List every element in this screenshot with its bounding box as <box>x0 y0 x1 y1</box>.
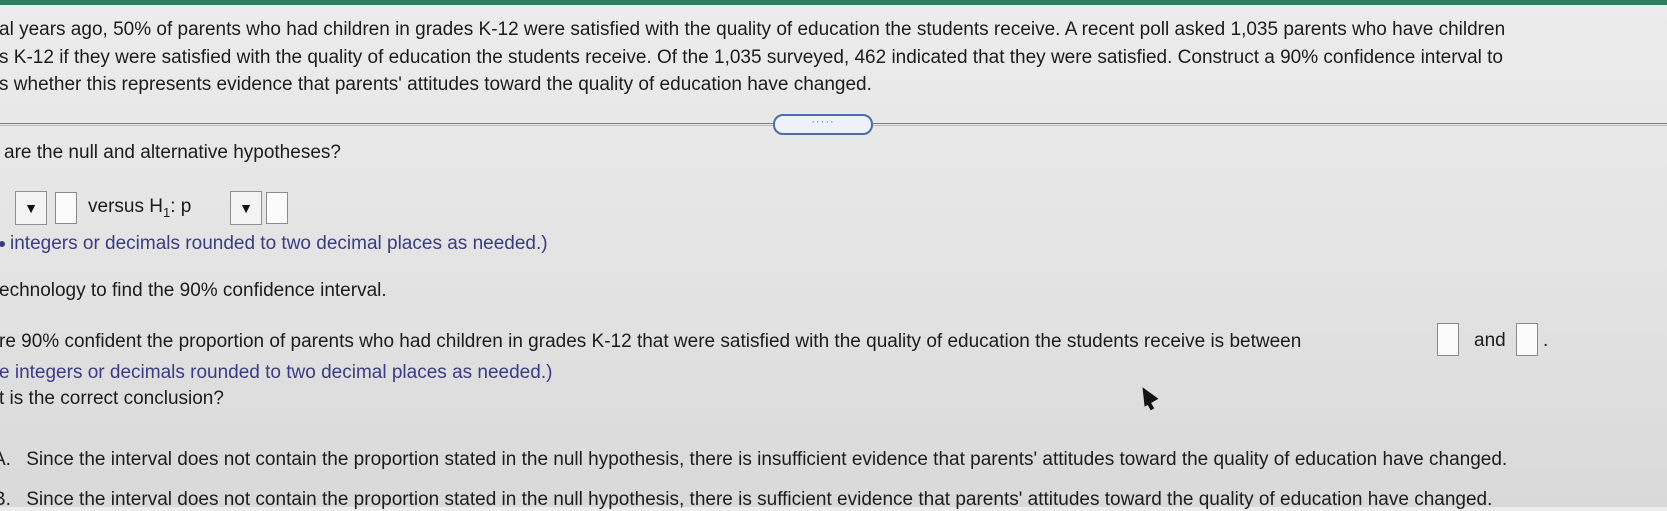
option-b[interactable]: B. Since the interval does not contain t… <box>0 489 1492 511</box>
interval-statement: re 90% confident the proportion of paren… <box>0 331 1302 352</box>
period-text: . <box>1543 330 1549 351</box>
h1-value-input[interactable] <box>266 192 288 224</box>
problem-line-2: s K-12 if they were satisfied with the q… <box>0 47 1503 68</box>
option-a[interactable]: A. Since the interval does not contain t… <box>0 449 1507 471</box>
h1-suffix: : p <box>170 196 192 217</box>
hypotheses-question: are the null and alternative hypotheses? <box>4 142 341 163</box>
problem-line-1: al years ago, 50% of parents who had chi… <box>0 19 1506 40</box>
option-a-text: Since the interval does not contain the … <box>26 449 1508 470</box>
upper-bound-input[interactable] <box>1516 323 1538 356</box>
note-text: integers or decimals rounded to two deci… <box>10 233 548 254</box>
top-accent-bar <box>0 0 1667 5</box>
versus-text: versus H <box>88 196 163 217</box>
conclusion-question: t is the correct conclusion? <box>0 388 224 409</box>
interval-instruction: echnology to find the 90% confidence int… <box>0 280 387 301</box>
hypotheses-rounding-note: integers or decimals rounded to two deci… <box>0 233 548 255</box>
expand-collapse-button[interactable]: ····· <box>773 114 873 135</box>
h1-label: versus H1: p <box>88 196 191 220</box>
interval-rounding-note: e integers or decimals rounded to two de… <box>0 362 553 383</box>
h1-operator-dropdown[interactable]: ▼ <box>230 191 262 225</box>
bullet-icon <box>0 240 5 247</box>
option-a-letter: A. <box>0 449 11 470</box>
chevron-down-icon: ▼ <box>24 200 38 216</box>
h0-operator-dropdown[interactable]: ▼ <box>15 191 47 225</box>
lower-bound-input[interactable] <box>1437 323 1459 356</box>
h0-value-input[interactable] <box>55 192 77 224</box>
and-text: and <box>1474 330 1506 351</box>
problem-line-3: s whether this represents evidence that … <box>0 74 872 95</box>
chevron-down-icon: ▼ <box>239 200 253 216</box>
